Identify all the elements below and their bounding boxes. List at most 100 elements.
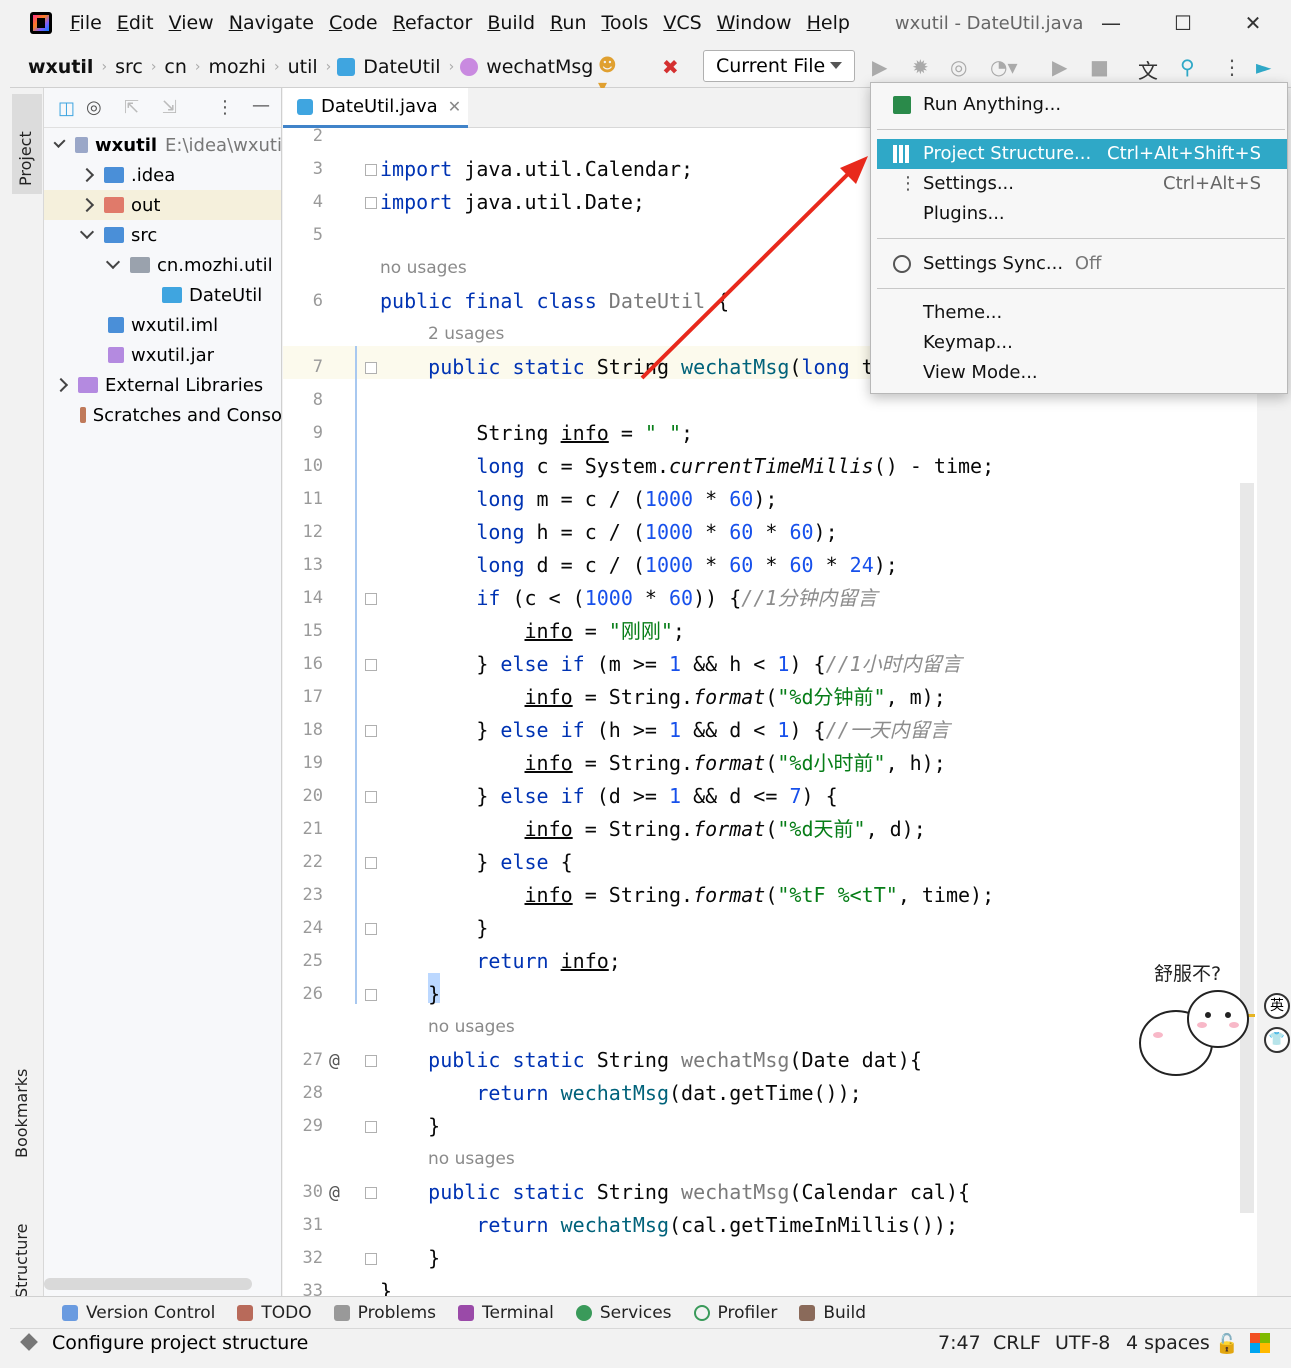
ime-skin-button[interactable]: 👕: [1264, 1027, 1290, 1053]
tab-profiler[interactable]: Profiler: [693, 1303, 777, 1323]
menu-keymap[interactable]: Keymap...: [877, 328, 1287, 358]
plugin-icon[interactable]: ►: [1256, 55, 1278, 79]
options-icon[interactable]: ⋮: [216, 97, 234, 118]
menu-file[interactable]: File: [70, 12, 102, 34]
hammer-icon[interactable]: ✖: [662, 55, 684, 79]
debug-icon[interactable]: ✹: [912, 55, 934, 79]
tab-version-control[interactable]: Version Control: [62, 1303, 215, 1323]
fold-icon[interactable]: [365, 791, 377, 803]
tab-bookmarks[interactable]: Bookmarks: [12, 1028, 42, 1158]
ime-lang-button[interactable]: 英: [1264, 993, 1290, 1019]
usages-hint[interactable]: no usages: [428, 1143, 515, 1176]
fold-icon[interactable]: [365, 1055, 377, 1067]
maximize-icon[interactable]: ☐: [1170, 10, 1196, 36]
line-separator[interactable]: CRLF: [993, 1332, 1041, 1354]
tab-problems[interactable]: Problems: [333, 1303, 436, 1323]
tree-item-scratches[interactable]: Scratches and Conso: [44, 400, 281, 430]
tab-todo[interactable]: TODO: [237, 1303, 312, 1323]
indent-setting[interactable]: 4 spaces: [1126, 1332, 1210, 1354]
tree-item-libraries[interactable]: External Libraries: [44, 370, 281, 400]
overload-marker-icon[interactable]: @: [329, 1044, 340, 1077]
caret-position[interactable]: 7:47: [938, 1332, 981, 1354]
menu-settings[interactable]: ⋮ Settings... Ctrl+Alt+S: [877, 169, 1287, 199]
fold-icon[interactable]: [365, 593, 377, 605]
close-tab-icon[interactable]: ✕: [448, 97, 461, 116]
breadcrumb-util[interactable]: util: [280, 56, 326, 78]
translate-icon[interactable]: 文: [1138, 55, 1160, 83]
project-scrollbar[interactable]: [44, 1278, 252, 1290]
tree-item-out[interactable]: out: [44, 190, 281, 220]
panel-view-icon[interactable]: ◫: [58, 98, 75, 119]
fold-icon[interactable]: [365, 197, 377, 209]
tab-services[interactable]: Services: [575, 1303, 672, 1323]
file-encoding[interactable]: UTF-8: [1055, 1332, 1110, 1354]
search-icon[interactable]: ⚲: [1180, 55, 1202, 79]
stop-icon[interactable]: ■: [1090, 55, 1112, 79]
collapse-icon[interactable]: ⇲: [162, 97, 177, 118]
tree-item-src[interactable]: src: [44, 220, 281, 250]
usages-hint[interactable]: no usages: [428, 1011, 515, 1044]
profile-icon[interactable]: ◔▾: [990, 55, 1018, 79]
lock-icon[interactable]: 🔓: [1215, 1332, 1239, 1355]
close-icon[interactable]: ✕: [1240, 10, 1266, 36]
tab-project[interactable]: Project: [12, 94, 42, 194]
overload-marker-icon[interactable]: @: [329, 1176, 340, 1209]
menu-run[interactable]: Run: [550, 12, 586, 34]
menu-code[interactable]: Code: [329, 12, 378, 34]
fold-icon[interactable]: [365, 923, 377, 935]
fold-icon[interactable]: [365, 1187, 377, 1199]
run-icon[interactable]: ▶: [872, 55, 894, 79]
menu-tools[interactable]: Tools: [602, 12, 649, 34]
breadcrumb-cn[interactable]: cn: [156, 56, 195, 78]
usages-hint[interactable]: 2 usages: [428, 318, 504, 351]
run-config-select[interactable]: Current File: [703, 50, 855, 82]
fold-icon[interactable]: [365, 659, 377, 671]
menu-window[interactable]: Window: [717, 12, 792, 34]
hide-icon[interactable]: —: [252, 95, 270, 116]
menu-view[interactable]: View: [169, 12, 214, 34]
breadcrumb-src[interactable]: src: [107, 56, 151, 78]
menu-settings-sync[interactable]: Settings Sync... Off: [877, 249, 1287, 279]
locate-icon[interactable]: ◎: [86, 97, 102, 118]
tree-root[interactable]: wxutil E:\idea\wxuti: [44, 130, 281, 160]
tab-build[interactable]: Build: [799, 1303, 866, 1323]
tab-structure[interactable]: Structure: [12, 1178, 42, 1298]
menu-help[interactable]: Help: [807, 12, 850, 34]
breadcrumb-mozhi[interactable]: mozhi: [201, 56, 274, 78]
fold-icon[interactable]: [365, 362, 377, 374]
tree-item-package[interactable]: cn.mozhi.util: [44, 250, 281, 280]
editor-scrollbar[interactable]: [1240, 483, 1254, 1213]
menu-vcs[interactable]: VCS: [663, 12, 701, 34]
tab-terminal[interactable]: Terminal: [457, 1303, 554, 1323]
layers-icon[interactable]: [20, 1333, 38, 1351]
more-icon[interactable]: ⋮: [1222, 55, 1244, 79]
tree-item-iml[interactable]: wxutil.iml: [44, 310, 281, 340]
coverage-icon[interactable]: ◎: [950, 55, 972, 79]
menu-view-mode[interactable]: View Mode...: [877, 358, 1287, 388]
breadcrumb-project[interactable]: wxutil: [20, 56, 101, 78]
run-next-icon[interactable]: ▶: [1052, 55, 1074, 79]
menu-theme[interactable]: Theme...: [877, 298, 1287, 328]
fold-icon[interactable]: [365, 164, 377, 176]
menu-edit[interactable]: Edit: [117, 12, 154, 34]
menu-refactor[interactable]: Refactor: [393, 12, 473, 34]
menu-run-anything[interactable]: Run Anything...: [877, 90, 1287, 120]
tree-item-dateutil[interactable]: DateUtil: [44, 280, 281, 310]
menu-project-structure[interactable]: Project Structure... Ctrl+Alt+Shift+S: [877, 139, 1287, 169]
fold-icon[interactable]: [365, 989, 377, 1001]
fold-icon[interactable]: [365, 725, 377, 737]
tree-item-idea[interactable]: .idea: [44, 160, 281, 190]
fold-icon[interactable]: [365, 857, 377, 869]
usages-hint[interactable]: no usages: [380, 252, 467, 285]
menu-navigate[interactable]: Navigate: [229, 12, 314, 34]
breadcrumb-wechatmsg[interactable]: wechatMsg: [478, 56, 601, 78]
menu-build[interactable]: Build: [487, 12, 535, 34]
users-icon[interactable]: ☻▾: [598, 55, 620, 97]
breadcrumb-dateutil[interactable]: DateUtil: [355, 56, 448, 78]
fold-icon[interactable]: [365, 1121, 377, 1133]
menu-plugins[interactable]: Plugins...: [877, 199, 1287, 229]
fold-icon[interactable]: [365, 1253, 377, 1265]
tree-item-jar[interactable]: wxutil.jar: [44, 340, 281, 370]
minimize-icon[interactable]: —: [1098, 10, 1124, 36]
intellij-logo-icon[interactable]: [30, 12, 52, 34]
